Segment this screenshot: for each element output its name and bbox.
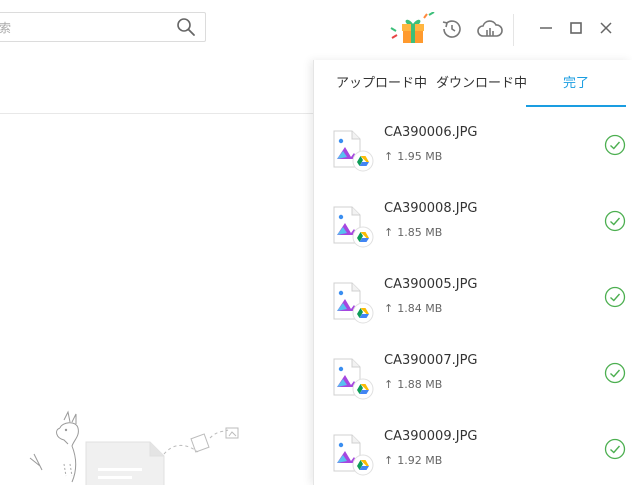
empty-state-illustration [29,410,239,485]
search-placeholder: 索 [0,21,12,35]
tab-completed[interactable]: 完了 [546,72,606,96]
check-circle-icon [604,134,626,156]
file-size: 1.95 MB [397,150,443,163]
image-file-icon [333,358,374,400]
file-list-item[interactable]: CA390007.JPG ↑ 1.88 MB [314,346,632,422]
upload-arrow-icon: ↑ [384,302,394,315]
check-circle-icon [604,210,626,232]
upload-arrow-icon: ↑ [384,226,394,239]
file-list-item[interactable]: CA390005.JPG ↑ 1.84 MB [314,270,632,346]
file-size-row: ↑ 1.88 MB [384,378,442,391]
image-file-icon [333,434,374,476]
file-list-item[interactable]: CA390008.JPG ↑ 1.85 MB [314,194,632,270]
check-circle-icon [604,286,626,308]
tab-downloading[interactable]: ダウンロード中 [436,72,527,96]
history-icon[interactable] [440,17,464,41]
active-tab-indicator [526,105,626,107]
google-drive-icon [352,302,374,324]
file-name: CA390007.JPG [384,353,478,368]
gift-icon[interactable] [388,12,440,44]
file-list-item[interactable]: CA390009.JPG ↑ 1.92 MB [314,422,632,485]
google-drive-icon [352,226,374,248]
transfer-panel: アップロード中 ダウンロード中 完了 CA390006.JPG ↑ 1.95 M… [313,60,632,485]
google-drive-icon [352,150,374,172]
file-size: 1.88 MB [397,378,443,391]
image-file-icon [333,130,374,172]
cloud-icon[interactable] [476,17,504,41]
tab-uploading[interactable]: アップロード中 [336,72,427,96]
close-button[interactable] [596,18,616,38]
file-name: CA390009.JPG [384,429,478,444]
minimize-button[interactable] [536,18,556,38]
image-file-icon [333,282,374,324]
check-circle-icon [604,438,626,460]
toolbar-divider [513,14,514,46]
file-size-row: ↑ 1.85 MB [384,226,442,239]
file-name: CA390008.JPG [384,201,478,216]
check-circle-icon [604,362,626,384]
upload-arrow-icon: ↑ [384,454,394,467]
file-size-row: ↑ 1.84 MB [384,302,442,315]
file-list-item[interactable]: CA390006.JPG ↑ 1.95 MB [314,118,632,194]
upload-arrow-icon: ↑ [384,378,394,391]
header-divider [0,113,313,114]
file-size: 1.84 MB [397,302,443,315]
file-name: CA390005.JPG [384,277,478,292]
image-file-icon [333,206,374,248]
search-icon[interactable] [176,17,196,37]
file-list-area [0,60,313,485]
google-drive-icon [352,378,374,400]
google-drive-icon [352,454,374,476]
file-size: 1.85 MB [397,226,443,239]
file-size-row: ↑ 1.95 MB [384,150,442,163]
file-size-row: ↑ 1.92 MB [384,454,442,467]
maximize-button[interactable] [566,18,586,38]
file-name: CA390006.JPG [384,125,478,140]
file-size: 1.92 MB [397,454,443,467]
top-bar: 索 [0,0,632,60]
upload-arrow-icon: ↑ [384,150,394,163]
